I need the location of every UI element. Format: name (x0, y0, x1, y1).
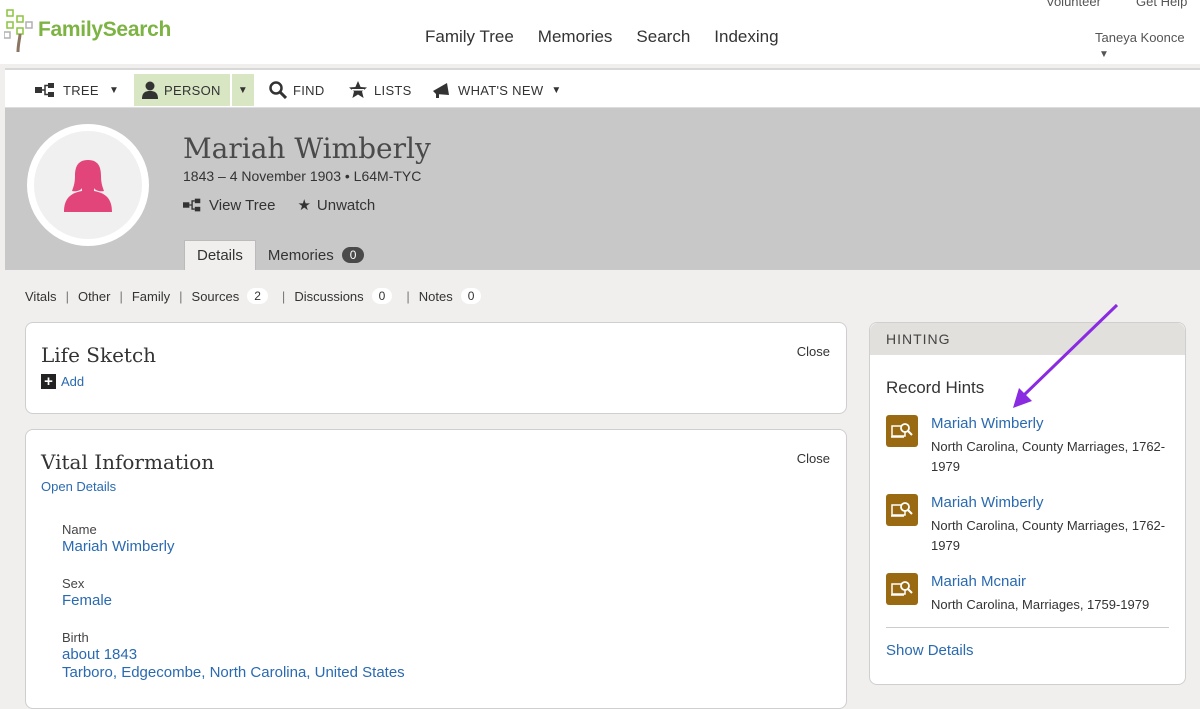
tree-dropdown-icon[interactable]: ▼ (109, 74, 119, 106)
nav-indexing[interactable]: Indexing (714, 27, 778, 47)
top-header: FamilySearch Volunteer Get Help Family T… (0, 0, 1200, 64)
record-hint-icon (886, 573, 918, 605)
vital-information-title: Vital Information (41, 450, 215, 474)
open-details-link[interactable]: Open Details (41, 479, 116, 494)
name-value[interactable]: Mariah Wimberly (62, 538, 175, 555)
volunteer-link[interactable]: Volunteer (1046, 0, 1101, 9)
person-button[interactable]: PERSON (134, 74, 230, 106)
tree-logo-icon (4, 9, 33, 52)
person-icon (142, 81, 158, 99)
vital-information-close-button[interactable]: Close (797, 451, 830, 466)
add-life-sketch-button[interactable]: + Add (41, 374, 84, 389)
whats-new-label: WHAT'S NEW (458, 82, 544, 98)
subnav-other[interactable]: Other (78, 289, 111, 304)
view-tree-label: View Tree (209, 196, 276, 214)
chevron-down-icon: ▼ (551, 84, 562, 96)
subnav-sources[interactable]: Sources (192, 289, 240, 304)
hint-record-collection: North Carolina, County Marriages, 1762-1… (931, 439, 1166, 474)
person-name: Mariah Wimberly (183, 132, 431, 165)
birth-date-value[interactable]: about 1843 (62, 646, 137, 663)
hint-person-name[interactable]: Mariah Mcnair (931, 573, 1026, 590)
familysearch-logo[interactable]: FamilySearch (4, 8, 171, 52)
star-icon: ★ (297, 197, 311, 214)
tree-button[interactable]: TREE (35, 74, 99, 106)
person-actions: View Tree ★ Unwatch (183, 196, 375, 214)
show-details-link[interactable]: Show Details (886, 642, 974, 659)
life-sketch-title: Life Sketch (41, 343, 157, 367)
megaphone-icon (433, 83, 449, 98)
name-label: Name (62, 522, 97, 537)
unwatch-link[interactable]: ★ Unwatch (297, 196, 376, 215)
birth-place-value[interactable]: Tarboro, Edgecombe, North Carolina, Unit… (62, 664, 405, 681)
tab-memories[interactable]: Memories 0 (256, 240, 377, 270)
memories-count-badge: 0 (341, 247, 365, 263)
person-dropdown-icon[interactable]: ▼ (232, 74, 254, 106)
star-list-icon (349, 81, 367, 98)
logo-text: FamilySearch (38, 18, 171, 41)
sex-value[interactable]: Female (62, 592, 112, 609)
nav-memories[interactable]: Memories (538, 27, 613, 47)
user-name: Taneya Koonce (1095, 30, 1185, 45)
hint-record-collection: North Carolina, Marriages, 1759-1979 (931, 597, 1150, 612)
tree-label: TREE (63, 82, 99, 98)
tab-details-label: Details (197, 247, 243, 264)
add-label: Add (61, 374, 85, 389)
section-subnav: Vitals | Other | Family | Sources 2 | Discuss… (25, 288, 482, 304)
get-help-link[interactable]: Get Help (1136, 0, 1187, 9)
record-hints-title: Record Hints (886, 378, 985, 397)
tree-icon (183, 198, 201, 212)
view-tree-link[interactable]: View Tree (183, 196, 275, 214)
main-nav: Family Tree Memories Search Indexing (425, 27, 779, 47)
lists-button[interactable]: LISTS (348, 74, 412, 106)
plus-icon: + (41, 374, 56, 389)
person-tabs: Details Memories 0 (184, 240, 376, 270)
hint-record-collection: North Carolina, County Marriages, 1762-1… (931, 518, 1166, 553)
subnav-vitals[interactable]: Vitals (25, 289, 57, 304)
life-sketch-close-button[interactable]: Close (797, 344, 830, 359)
discussions-count-badge: 0 (371, 288, 393, 304)
search-icon (269, 81, 287, 99)
user-menu[interactable]: Taneya Koonce ▼ (1095, 30, 1200, 60)
tree-icon (35, 83, 54, 97)
life-sketch-card: Life Sketch Close + Add (25, 322, 847, 414)
record-hint-icon (886, 494, 918, 526)
nav-search[interactable]: Search (636, 27, 690, 47)
sex-label: Sex (62, 576, 85, 591)
person-dates-id: 1843 – 4 November 1903 • L64M-TYC (183, 168, 422, 184)
annotation-arrow-icon (1013, 303, 1119, 408)
nav-family-tree[interactable]: Family Tree (425, 27, 514, 47)
subnav-family[interactable]: Family (132, 289, 170, 304)
hint-person-name[interactable]: Mariah Wimberly (931, 494, 1044, 511)
tree-toolbar: TREE ▼ PERSON ▼ FIND LISTS WHAT'S NEW ▼ (5, 68, 1200, 108)
person-label: PERSON (164, 82, 221, 98)
person-banner: Mariah Wimberly 1843 – 4 November 1903 •… (5, 108, 1200, 270)
vital-information-card: Vital Information Close Open Details Nam… (25, 429, 847, 709)
subnav-notes[interactable]: Notes (419, 289, 453, 304)
tab-memories-label: Memories (267, 246, 334, 264)
unwatch-label: Unwatch (316, 196, 376, 214)
birth-label: Birth (62, 630, 89, 645)
subnav-discussions[interactable]: Discussions (294, 289, 363, 304)
notes-count-badge: 0 (460, 288, 482, 304)
sources-count-badge: 2 (247, 288, 268, 304)
hint-person-name[interactable]: Mariah Wimberly (931, 415, 1044, 432)
avatar (27, 124, 149, 246)
record-hint-icon (886, 415, 918, 447)
lists-label: LISTS (374, 82, 412, 98)
female-silhouette-icon (64, 160, 112, 212)
divider (886, 627, 1169, 628)
tab-details[interactable]: Details (184, 240, 256, 270)
find-button[interactable]: FIND (269, 74, 325, 106)
chevron-down-icon: ▼ (1099, 49, 1109, 60)
whats-new-button[interactable]: WHAT'S NEW ▼ (432, 74, 562, 106)
find-label: FIND (293, 82, 325, 98)
